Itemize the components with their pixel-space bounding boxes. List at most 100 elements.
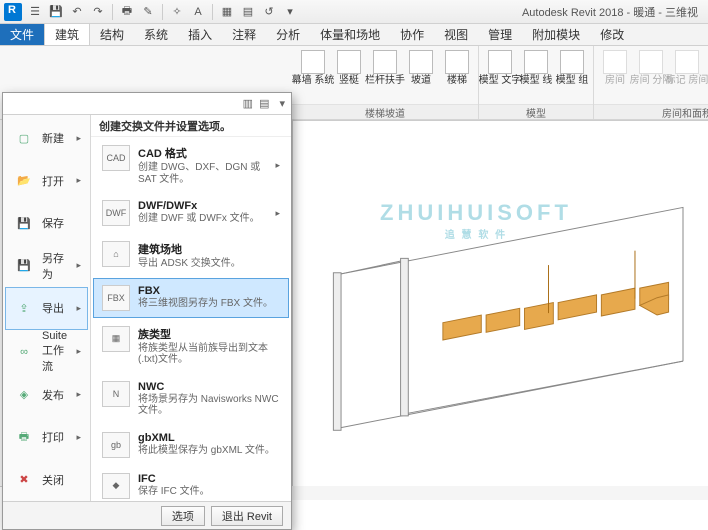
room-icon [603,50,627,74]
appmenu-export[interactable]: ⇪导出▸ [5,287,88,330]
window-title: Autodesk Revit 2018 - 暖通 - 三维视 [522,4,704,20]
exit-revit-button[interactable]: 退出 Revit [211,506,283,526]
curtain-icon [301,50,325,74]
menu-view[interactable]: 视图 [434,24,478,45]
menu-architecture[interactable]: 建筑 [44,24,90,45]
menu-manage[interactable]: 管理 [478,24,522,45]
options-button[interactable]: 选项 [161,506,205,526]
drawing-canvas[interactable] [292,120,708,486]
export-item-title: gbXML [138,432,280,444]
menu-modify[interactable]: 修改 [590,24,634,45]
qat-view2-icon[interactable]: ▤ [239,3,257,21]
qat-sync-icon[interactable]: ↺ [260,3,278,21]
rbtn-ramp[interactable]: 坡道 [404,48,438,88]
save-icon: 💾 [12,213,36,233]
application-menu: ▥ ▤ ▾ ▢新建▸ 📂打开▸ 💾保存 💾另存为▸ ⇪导出▸ ∞Suite 工作… [2,92,292,530]
ribbon-group-label: 楼梯坡道 [292,104,478,119]
appmenu-new[interactable]: ▢新建▸ [5,117,88,160]
railing-icon [373,50,397,74]
export-item-ifc[interactable]: ◆ IFC保存 IFC 文件。 [93,466,289,502]
publish-icon: ◈ [12,385,36,405]
qat-tag-icon[interactable]: ✧ [168,3,186,21]
qat-more-icon[interactable]: ▾ [281,3,299,21]
ribbon-group-stair: 幕墙 系统 竖梃 栏杆扶手 坡道 楼梯 楼梯坡道 [292,46,479,119]
export-item-title: DWF/DWFx [138,200,267,212]
qat-print-icon[interactable]: 🖶 [118,3,136,21]
export-item-title: 建筑场地 [138,241,280,257]
qat-redo-icon[interactable]: ↷ [89,3,107,21]
fbx-icon: FBX [102,285,130,311]
qat-open-icon[interactable]: ☰ [26,3,44,21]
rbtn-room[interactable]: 房间 [598,48,632,88]
rbtn-modeltext[interactable]: 模型 文字 [483,48,517,88]
rbtn-modelgroup[interactable]: 模型 组 [555,48,589,88]
menu-structure[interactable]: 结构 [90,24,134,45]
appmenu-saveas[interactable]: 💾另存为▸ [5,245,88,288]
export-item-title: CAD 格式 [138,145,267,161]
menu-collaborate[interactable]: 协作 [390,24,434,45]
gbxml-icon: gb [102,432,130,458]
qat-view1-icon[interactable]: ▦ [218,3,236,21]
export-item-fam[interactable]: ▦族类型将族类型从当前族导出到文本(.txt)文件。 [93,319,289,373]
rbtn-railing[interactable]: 栏杆扶手 [368,48,402,88]
appmenu-footer: 选项 退出 Revit [3,501,291,529]
menu-analyze[interactable]: 分析 [266,24,310,45]
qat-save-icon[interactable]: 💾 [47,3,65,21]
rbtn-stair[interactable]: 楼梯 [440,48,474,88]
appmenu-print[interactable]: 🖶打印▸ [5,416,88,459]
menu-annotate[interactable]: 注释 [222,24,266,45]
export-item-cad[interactable]: CADCAD 格式创建 DWG、DXF、DGN 或 SAT 文件。▸ [93,138,289,192]
export-item-gbxml[interactable]: gbgbXML将此模型保存为 gbXML 文件。 [93,425,289,465]
menu-insert[interactable]: 插入 [178,24,222,45]
menu-systems[interactable]: 系统 [134,24,178,45]
appmenu-save[interactable]: 💾保存 [5,202,88,245]
appmenu-suite[interactable]: ∞Suite 工作 流▸ [5,330,88,374]
close-icon: ✖ [12,470,36,490]
rbtn-modelline[interactable]: 模型 线 [519,48,553,88]
adsk-icon: ⌂ [102,241,130,267]
chevron-right-icon: ▸ [275,208,280,219]
modelline-icon [524,50,548,74]
export-item-fbx[interactable]: FBXFBX将三维视图另存为 FBX 文件。 [93,278,289,318]
menu-massing[interactable]: 体量和场地 [310,24,390,45]
chevron-right-icon: ▸ [275,160,280,171]
menu-addins[interactable]: 附加模块 [522,24,590,45]
export-item-title: IFC [138,473,280,485]
rbtn-mullion[interactable]: 竖梃 [332,48,366,88]
fam-icon: ▦ [102,326,130,352]
print-icon: 🖶 [12,427,36,447]
ifc-icon: ◆ [102,473,130,499]
mullion-icon [337,50,361,74]
suite-icon: ∞ [12,342,36,362]
appmenu-close[interactable]: ✖关闭 [5,459,88,502]
titlebar: ☰ 💾 ↶ ↷ 🖶 ✎ ✧ A ▦ ▤ ↺ ▾ Autodesk Revit 2… [0,0,708,24]
qat-text-icon[interactable]: A [189,3,207,21]
menu-file[interactable]: 文件 [0,24,44,45]
saveas-icon: 💾 [12,256,36,276]
export-item-nwc[interactable]: NNWC将场景另存为 Navisworks NWC 文件。 [93,374,289,424]
export-icon: ⇪ [12,298,36,318]
modelgroup-icon [560,50,584,74]
qat-undo-icon[interactable]: ↶ [68,3,86,21]
export-item-adsk[interactable]: ⌂建筑场地导出 ADSK 交换文件。 [93,234,289,277]
appmenu-list-icon[interactable]: ▤ [259,97,269,110]
qat-measure-icon[interactable]: ✎ [139,3,157,21]
rbtn-roomsep[interactable]: 房间 分隔 [634,48,668,88]
export-item-title: FBX [138,285,280,297]
ribbon-group-room: 房间 房间 分隔 标记 房间 面积 面积 边界 房间和面积 [594,46,708,119]
quick-access-toolbar: ☰ 💾 ↶ ↷ 🖶 ✎ ✧ A ▦ ▤ ↺ ▾ [26,3,299,21]
rbtn-curtain[interactable]: 幕墙 系统 [296,48,330,88]
cad-icon: CAD [102,145,130,171]
modeltext-icon [488,50,512,74]
appmenu-recent-icon[interactable]: ▥ [243,97,253,110]
ribbon-group-label: 房间和面积 [594,104,708,119]
appmenu-publish[interactable]: ◈发布▸ [5,374,88,417]
export-item-desc: 保存 IFC 文件。 [138,486,280,498]
export-item-title: NWC [138,381,280,393]
model-3d-view [293,121,708,486]
export-item-desc: 将场景另存为 Navisworks NWC 文件。 [138,394,280,417]
export-item-dwf[interactable]: DWFDWF/DWFx创建 DWF 或 DWFx 文件。▸ [93,193,289,233]
rbtn-roomtag[interactable]: 标记 房间 [670,48,704,88]
appmenu-open[interactable]: 📂打开▸ [5,160,88,203]
menubar: 文件 建筑 结构 系统 插入 注释 分析 体量和场地 协作 视图 管理 附加模块… [0,24,708,46]
